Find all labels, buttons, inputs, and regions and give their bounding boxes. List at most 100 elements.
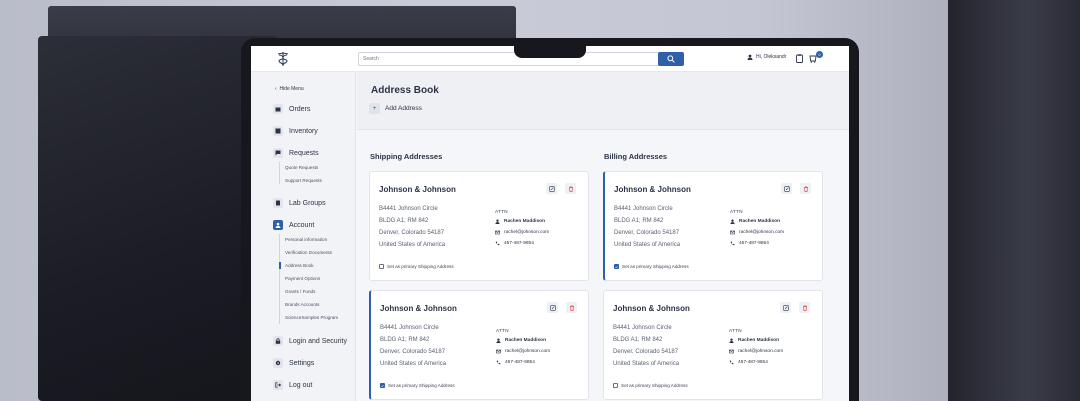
address-line: BLDG A1; RM 842	[613, 337, 663, 343]
sidebar-sub-support-requests[interactable]: Support Requests	[285, 178, 322, 183]
search-input[interactable]	[363, 53, 653, 65]
sidebar-sub-payment-options[interactable]: Payment Options	[285, 276, 320, 281]
billing-section-title: Billing Addresses	[604, 152, 668, 161]
address-card: Johnson & Johnson B4441 Johnson Circle B…	[369, 171, 589, 281]
address-card: Johnson & Johnson B4441 Johnson Circle B…	[603, 171, 823, 281]
sidebar-sub-personal-information[interactable]: Personal information	[285, 237, 327, 242]
contact-phone: 457-487-9854	[496, 360, 535, 365]
edit-icon	[782, 304, 789, 311]
search-button[interactable]	[658, 52, 684, 66]
sidebar-sub-sciencesamples-program[interactable]: ScienceSamples Program	[285, 315, 338, 320]
sidebar-item-label: Requests	[289, 149, 319, 157]
contact-phone-text: 457-487-9854	[738, 360, 768, 365]
primary-address-checkbox[interactable]: Set as primary Shipping Address	[379, 264, 454, 269]
address-line: Denver, Colorado 54187	[613, 349, 679, 355]
edit-icon	[548, 185, 555, 192]
user-greeting: Hi, Oleksandr	[756, 54, 787, 60]
page-title: Address Book	[371, 85, 439, 96]
contact-phone-text: 457-487-9854	[739, 241, 769, 246]
address-line: United States of America	[614, 242, 681, 248]
sidebar-sub-brands-accounts[interactable]: Brands Accounts	[285, 302, 319, 307]
address-line: United States of America	[613, 361, 680, 367]
sidebar-item-label: Settings	[289, 359, 315, 367]
hide-menu-button[interactable]: ‹ Hide Menu	[275, 86, 304, 92]
sidebar-sub-verification-documents[interactable]: Verification Documents	[285, 250, 332, 255]
primary-address-checkbox[interactable]: Set as primary Shipping Address	[614, 264, 689, 269]
checkbox-label: Set as primary Shipping Address	[622, 264, 689, 269]
checkbox-box[interactable]	[613, 383, 618, 388]
sidebar-item-settings[interactable]: Settings	[273, 358, 314, 368]
mail-icon	[730, 230, 735, 235]
sidebar-item-label: Log out	[289, 381, 313, 389]
address-line: B4441 Johnson Circle	[379, 206, 438, 212]
edit-button[interactable]	[780, 302, 791, 313]
address-line: B4441 Johnson Circle	[614, 206, 673, 212]
trash-icon	[803, 185, 809, 192]
sidebar-item-requests[interactable]: Requests	[273, 148, 319, 158]
primary-address-checkbox[interactable]: Set as primary Shipping Address	[613, 383, 688, 388]
mail-icon	[495, 230, 500, 235]
add-address-button[interactable]: + Add Address	[369, 103, 422, 114]
sidebar-item-inventory[interactable]: Inventory	[273, 126, 318, 136]
sidebar-sub-quote-requests[interactable]: Quote Requests	[285, 165, 318, 170]
edit-button[interactable]	[781, 183, 792, 194]
mail-icon	[729, 349, 734, 354]
user-icon	[747, 54, 753, 60]
sidebar-item-orders[interactable]: Orders	[273, 104, 310, 114]
checkbox-box[interactable]	[380, 383, 385, 388]
sidebar-item-login-security[interactable]: Login and Security	[273, 336, 347, 346]
address-line: BLDG A1; RM 842	[379, 218, 429, 224]
contact-phone: 457-487-9854	[730, 241, 769, 246]
contact-email: rachel@johnson.com	[496, 349, 550, 354]
address-line: United States of America	[380, 361, 447, 367]
contact-name: Rachen Maddison	[729, 338, 779, 343]
delete-button[interactable]	[799, 302, 810, 313]
page-header: Address Book + Add Address	[357, 72, 849, 130]
add-location-icon: +	[369, 103, 380, 114]
contact-name: Rachen Maddison	[730, 219, 780, 224]
checkbox-box[interactable]	[614, 264, 619, 269]
delete-button[interactable]	[566, 302, 577, 313]
user-icon	[730, 219, 735, 224]
sidebar-item-label: Account	[289, 221, 315, 229]
submenu-line	[279, 234, 280, 324]
lock-icon	[273, 336, 283, 346]
contact-email-text: rachel@johnson.com	[738, 349, 784, 354]
hide-menu-label: Hide Menu	[279, 86, 304, 92]
contact-phone: 457-487-9854	[495, 241, 534, 246]
edit-button[interactable]	[547, 302, 558, 313]
address-line: Denver, Colorado 54187	[379, 230, 445, 236]
bag-icon	[273, 104, 283, 114]
address-line: BLDG A1; RM 842	[380, 337, 430, 343]
search-icon	[667, 55, 675, 63]
edit-icon	[549, 304, 556, 311]
phone-icon	[496, 360, 501, 365]
sidebar-item-account[interactable]: Account	[273, 220, 314, 230]
card-company: Johnson & Johnson	[379, 185, 456, 194]
chat-icon	[273, 148, 283, 158]
delete-button[interactable]	[565, 183, 576, 194]
contact-phone-text: 457-487-9854	[505, 360, 535, 365]
shipping-section-title: Shipping Addresses	[370, 152, 443, 161]
flask-icon	[273, 198, 283, 208]
clipboard-icon[interactable]	[796, 54, 804, 63]
trash-icon	[568, 185, 574, 192]
phone-icon	[729, 360, 734, 365]
checkbox-box[interactable]	[379, 264, 384, 269]
user-menu[interactable]: Hi, Oleksandr	[747, 54, 786, 60]
sidebar-sub-address-book[interactable]: Address Book	[279, 262, 314, 269]
phone-icon	[495, 241, 500, 246]
caduceus-logo-icon[interactable]	[275, 51, 291, 67]
attn-label: ATTN	[729, 328, 742, 333]
phone-icon	[730, 241, 735, 246]
edit-button[interactable]	[546, 183, 557, 194]
attn-label: ATTN	[495, 209, 508, 214]
delete-button[interactable]	[800, 183, 811, 194]
sidebar-item-logout[interactable]: Log out	[273, 380, 312, 390]
address-line: Denver, Colorado 54187	[380, 349, 446, 355]
app-screen: Hi, Oleksandr 0 ‹ Hide Menu Orders Inven…	[251, 46, 849, 401]
logout-icon	[273, 380, 283, 390]
sidebar-sub-grants-funds[interactable]: Grants / Funds	[285, 289, 315, 294]
sidebar-item-lab-groups[interactable]: Lab Groups	[273, 198, 326, 208]
primary-address-checkbox[interactable]: Set as primary Shipping Address	[380, 383, 455, 388]
